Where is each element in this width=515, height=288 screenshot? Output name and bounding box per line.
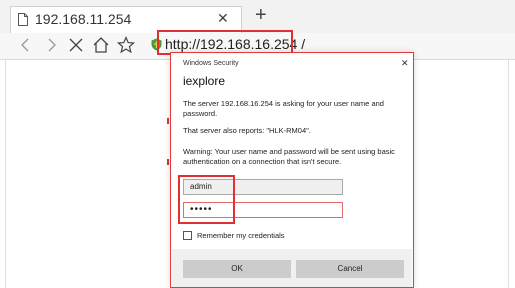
browser-tab[interactable]: 192.168.11.254 ✕ <box>10 6 242 33</box>
close-icon[interactable]: ✕ <box>217 10 229 27</box>
dialog-warning: Warning: Your user name and password wil… <box>183 147 395 166</box>
back-icon[interactable] <box>16 35 36 55</box>
remember-checkbox[interactable] <box>183 231 192 240</box>
dialog-server-reports: That server also reports: "HLK-RM04". <box>183 126 311 135</box>
dialog-app-name: iexplore <box>183 74 226 88</box>
dialog-window-title: Windows Security <box>183 60 239 67</box>
security-dialog: Windows Security ✕ iexplore The server 1… <box>170 52 414 288</box>
stop-icon[interactable] <box>66 35 86 55</box>
home-icon[interactable] <box>91 35 111 55</box>
dialog-message: The server 192.168.16.254 is asking for … <box>183 99 384 118</box>
remember-label: Remember my credentials <box>197 231 285 240</box>
close-icon[interactable]: ✕ <box>401 58 409 69</box>
forward-icon[interactable] <box>41 35 61 55</box>
credentials-highlight-box <box>178 175 235 224</box>
page-left-border <box>5 60 6 288</box>
ok-button[interactable]: OK <box>183 260 291 278</box>
page-marker <box>167 159 169 165</box>
page-marker <box>167 118 169 124</box>
cancel-button[interactable]: Cancel <box>296 260 404 278</box>
tab-title: 192.168.11.254 <box>35 11 132 27</box>
favorite-icon[interactable] <box>116 35 136 55</box>
page-right-border <box>508 60 509 288</box>
plus-icon[interactable]: + <box>255 5 267 25</box>
page-icon <box>18 13 28 26</box>
tab-bar: 192.168.11.254 ✕ + <box>0 0 515 33</box>
